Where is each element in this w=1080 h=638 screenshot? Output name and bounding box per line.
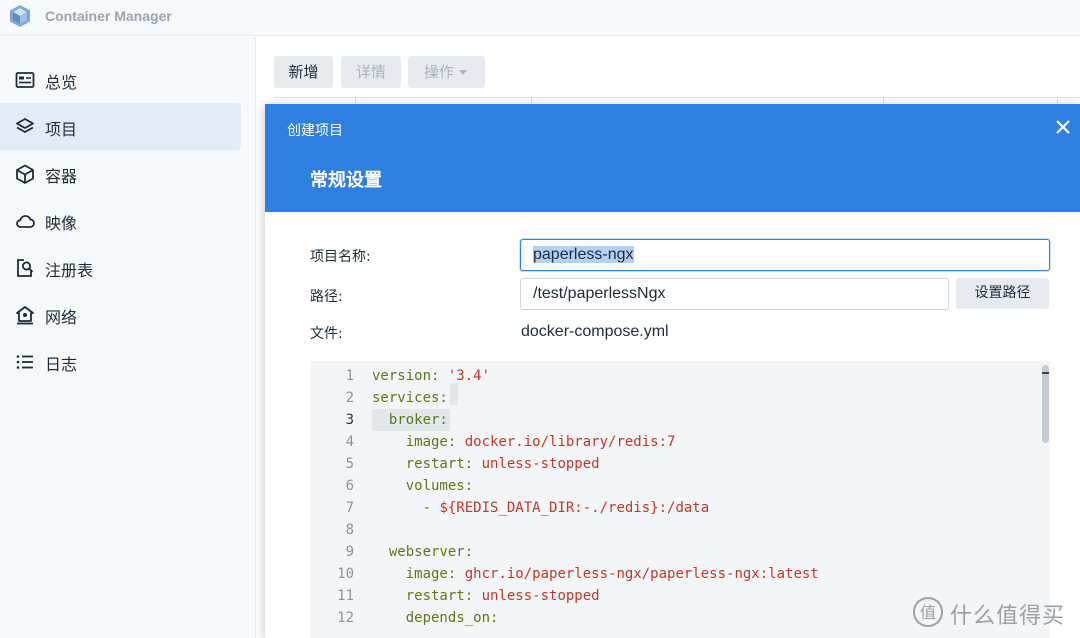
title-bar: Container Manager [0,0,1080,36]
code-line[interactable]: 8 [310,519,1040,541]
sidebar-item-label: 容器 [45,167,78,186]
action-button[interactable]: 操作 [408,56,485,88]
editor-scroll-thumb[interactable] [1042,365,1049,443]
line-number: 4 [345,434,354,450]
code-text: version: '3.4' [372,368,491,384]
line-number: 1 [345,368,354,384]
close-icon[interactable] [1054,118,1072,136]
code-text: webserver: [388,544,474,560]
code-line[interactable]: 9 webserver: [310,541,1040,563]
code-text: restart: unless-stopped [405,588,600,604]
project-name-value: paperless-ngx [533,246,634,263]
sidebar-item-label: 日志 [45,355,78,374]
caret-down-icon [459,70,467,75]
sidebar-item-projects[interactable]: 项目 [0,103,241,150]
set-path-button[interactable]: 设置路径 [956,278,1049,309]
app-title: Container Manager [45,8,172,24]
create-project-dialog: 创建项目 常规设置 项目名称: paperless-ngx 路径: /test/… [265,104,1080,638]
code-text: services: [372,390,448,406]
dialog-header: 创建项目 常规设置 [265,104,1080,212]
code-text: volumes: [405,478,474,494]
sidebar-item-containers[interactable]: 容器 [0,150,241,197]
code-line[interactable]: 7 - ${REDIS_DATA_DIR:-./redis}:/data [310,497,1040,519]
watermark-text: 什么值得买 [950,604,1066,629]
details-button[interactable]: 详情 [341,56,401,88]
cloud-icon [16,215,35,228]
code-line[interactable]: 2 services: [310,387,1040,409]
code-text: restart: unless-stopped [405,456,600,472]
watermark: 值 什么值得买 [908,594,1080,630]
sidebar-item-label: 注册表 [45,261,94,280]
sidebar-item-label: 映像 [45,214,78,233]
sidebar-item-overview[interactable]: 总览 [0,56,241,103]
line-number: 5 [345,456,354,472]
code-text: image: docker.io/library/redis:7 [405,434,676,450]
smzdm-logo-icon: 值 [913,597,943,627]
code-text: depends_on: [405,610,499,626]
scroll-position-marker [1042,372,1049,374]
sidebar-item-label: 总览 [45,73,78,92]
code-text: image: ghcr.io/paperless-ngx/paperless-n… [405,566,819,582]
registry-search-icon [17,259,34,277]
cube-icon [16,164,34,184]
code-line[interactable]: 10 image: ghcr.io/paperless-ngx/paperles… [310,563,1040,585]
file-label: 文件: [310,326,343,342]
sidebar-item-network[interactable]: 网络 [0,291,241,338]
sidebar-item-label: 项目 [45,120,78,139]
code-line[interactable]: 6 volumes: [310,475,1040,497]
line-number: 7 [345,500,354,516]
section-title: 常规设置 [310,170,382,191]
project-name-label: 项目名称: [310,249,371,265]
sidebar-item-images[interactable]: 映像 [0,197,241,244]
path-value: /test/paperlessNgx [533,285,666,302]
line-number: 8 [345,522,354,538]
line-number: 10 [337,566,354,582]
line-number: 6 [345,478,354,494]
project-name-input[interactable]: paperless-ngx [520,239,1050,271]
file-name: docker-compose.yml [521,323,669,340]
network-icon [16,306,34,325]
sidebar-item-logs[interactable]: 日志 [0,338,241,385]
line-number: 2 [345,390,354,406]
svg-text:值: 值 [920,603,936,622]
code-text: broker: [388,412,448,428]
sidebar: 总览 项目 容器 映像 注册表 网络 日志 [0,37,256,638]
code-text: - ${REDIS_DATA_DIR:-./redis}:/data [422,500,710,516]
container-manager-logo-icon [10,5,30,27]
path-input[interactable]: /test/paperlessNgx [520,278,949,310]
overview-icon [15,72,35,88]
code-line[interactable]: 4 image: docker.io/library/redis:7 [310,431,1040,453]
line-number: 3 [345,412,354,428]
layers-icon [16,118,34,133]
sidebar-item-label: 网络 [45,308,78,327]
line-number: 9 [345,544,354,560]
path-label: 路径: [310,289,343,305]
action-button-label: 操作 [424,63,455,81]
code-line[interactable]: 1 version: '3.4' [310,365,1040,387]
line-number: 11 [337,588,354,604]
sidebar-item-registry[interactable]: 注册表 [0,244,241,291]
code-line[interactable]: 5 restart: unless-stopped [310,453,1040,475]
create-button[interactable]: 新增 [274,56,333,88]
list-icon [16,355,33,369]
dialog-title: 创建项目 [287,123,343,139]
line-number: 12 [337,610,354,626]
code-line[interactable]: 3 broker: [310,409,1040,431]
